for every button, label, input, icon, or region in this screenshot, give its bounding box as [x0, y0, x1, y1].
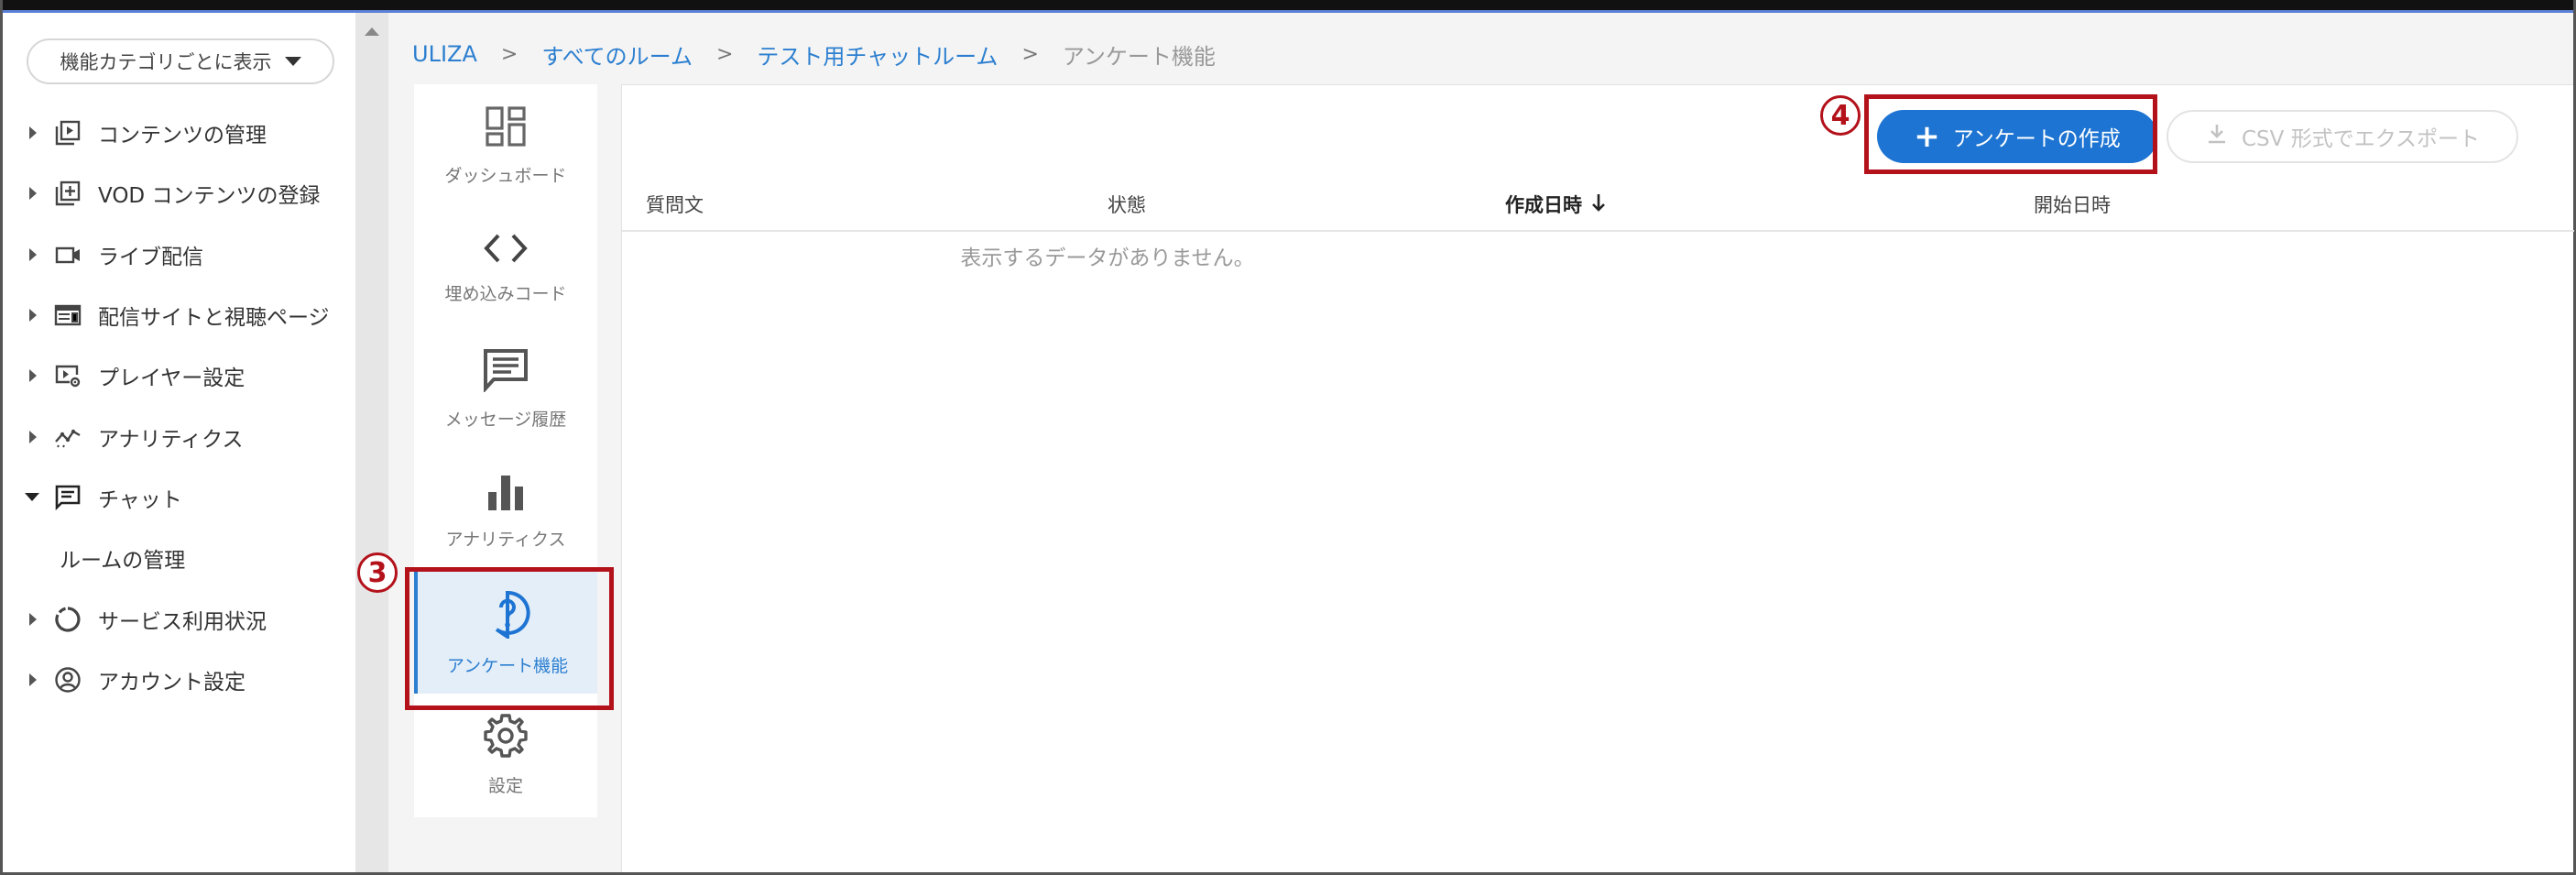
- annotation-number-3: 3: [357, 552, 398, 593]
- breadcrumb-link-uliza[interactable]: ULIZA: [412, 41, 477, 67]
- expand-arrow-icon: [29, 187, 37, 201]
- subnav-item-label: メッセージ履歴: [444, 409, 567, 430]
- breadcrumb-current: アンケート機能: [1062, 43, 1216, 70]
- collapse-arrow-icon: [25, 493, 39, 502]
- survey-panel: + アンケートの作成 CSV 形式でエクスポート 質問文 状態 作成日時 開始日…: [621, 84, 2574, 872]
- download-icon: [2205, 122, 2229, 151]
- export-csv-label: CSV 形式でエクスポート: [2241, 127, 2480, 151]
- column-header-start[interactable]: 開始日時: [2034, 177, 2111, 232]
- code-icon: [482, 230, 529, 271]
- dashboard-icon: [484, 104, 528, 153]
- column-header-created[interactable]: 作成日時: [1505, 177, 1608, 232]
- breadcrumb-link-test-room[interactable]: テスト用チャットルーム: [757, 38, 998, 71]
- videocam-icon: [52, 239, 83, 270]
- subnav-item-dashboard[interactable]: ダッシュボード: [414, 84, 597, 206]
- breadcrumb: ULIZA > すべてのルーム > テスト用チャットルーム > アンケート機能: [412, 38, 1216, 71]
- sort-arrow-down-icon: [1589, 191, 1608, 218]
- message-icon: [483, 348, 529, 397]
- sidebar-item-label: サービス利用状況: [98, 609, 267, 634]
- player-settings-icon: [52, 360, 83, 391]
- sidebar-item-content-management[interactable]: コンテンツの管理: [3, 103, 355, 163]
- annotation-number-4: 4: [1820, 95, 1861, 136]
- sidebar: 機能カテゴリごとに表示 コンテンツの管理 VOD コンテンツの登録 ライブ配信: [3, 13, 355, 872]
- column-header-status[interactable]: 状態: [1108, 177, 1146, 232]
- add-box-icon: [52, 178, 83, 209]
- sidebar-scrollbar[interactable]: [355, 13, 388, 872]
- sidebar-item-label: VOD コンテンツの登録: [98, 184, 321, 209]
- sidebar-item-service-usage[interactable]: サービス利用状況: [3, 588, 355, 649]
- export-csv-button[interactable]: CSV 形式でエクスポート: [2167, 110, 2518, 163]
- expand-arrow-icon: [29, 309, 37, 323]
- subnav-item-message-history[interactable]: メッセージ履歴: [414, 328, 597, 450]
- caret-down-icon: [284, 57, 301, 66]
- main-area: ULIZA > すべてのルーム > テスト用チャットルーム > アンケート機能 …: [388, 13, 2574, 872]
- scroll-up-arrow-icon[interactable]: [365, 27, 379, 36]
- play-library-icon: [52, 117, 83, 148]
- subnav-item-label: 埋め込みコード: [444, 283, 567, 304]
- subnav-item-label: 設定: [487, 775, 523, 796]
- sidebar-item-label: コンテンツの管理: [98, 124, 267, 148]
- gear-icon: [483, 713, 529, 763]
- expand-arrow-icon: [29, 126, 37, 140]
- subnav-item-embed-code[interactable]: 埋め込みコード: [414, 206, 597, 328]
- category-filter-dropdown[interactable]: 機能カテゴリごとに表示: [27, 38, 334, 84]
- column-header-question[interactable]: 質問文: [646, 177, 704, 232]
- sidebar-item-player-settings[interactable]: プレイヤー設定: [3, 345, 355, 406]
- subnav-item-settings[interactable]: 設定: [414, 694, 597, 815]
- sidebar-item-label: ライブ配信: [98, 245, 203, 269]
- subnav-item-label: ダッシュボード: [444, 165, 567, 186]
- web-layout-icon: [52, 300, 83, 331]
- chat-icon: [52, 482, 83, 513]
- sidebar-nav: コンテンツの管理 VOD コンテンツの登録 ライブ配信 配信サイトと視聴ページ: [3, 103, 355, 710]
- sidebar-item-live[interactable]: ライブ配信: [3, 224, 355, 285]
- category-filter-label: 機能カテゴリごとに表示: [60, 51, 272, 73]
- analytics-line-icon: [52, 421, 83, 453]
- sidebar-subitem-room-management[interactable]: ルームの管理: [3, 528, 355, 588]
- breadcrumb-separator: >: [1021, 42, 1039, 66]
- empty-message: 表示するデータがありません。: [960, 246, 1255, 270]
- table-header: 質問文 状態 作成日時 開始日時: [622, 177, 2574, 232]
- sidebar-item-label: 配信サイトと視聴ページ: [98, 306, 330, 331]
- breadcrumb-separator: >: [715, 42, 734, 66]
- account-icon: [52, 664, 83, 695]
- annotation-box-3: [405, 567, 614, 710]
- donut-icon: [52, 604, 83, 635]
- sidebar-item-delivery-site[interactable]: 配信サイトと視聴ページ: [3, 285, 355, 345]
- sidebar-item-chat[interactable]: チャット: [3, 467, 355, 528]
- sidebar-item-label: アカウント設定: [98, 670, 246, 695]
- sidebar-item-analytics[interactable]: アナリティクス: [3, 406, 355, 466]
- expand-arrow-icon: [29, 369, 37, 383]
- sidebar-item-account-settings[interactable]: アカウント設定: [3, 650, 355, 710]
- sidebar-item-vod-register[interactable]: VOD コンテンツの登録: [3, 163, 355, 224]
- bar-chart-icon: [485, 472, 527, 517]
- expand-arrow-icon: [29, 612, 37, 626]
- expand-arrow-icon: [29, 673, 37, 686]
- breadcrumb-separator: >: [500, 42, 518, 66]
- expand-arrow-icon: [29, 247, 37, 261]
- sidebar-item-label: プレイヤー設定: [98, 366, 246, 391]
- sidebar-item-label: ルームの管理: [60, 549, 186, 574]
- expand-arrow-icon: [29, 430, 37, 443]
- sidebar-item-label: チャット: [98, 487, 182, 512]
- subnav-item-analytics[interactable]: アナリティクス: [414, 450, 597, 572]
- subnav-item-label: アナリティクス: [445, 529, 566, 550]
- column-header-label: 作成日時: [1505, 194, 1582, 216]
- annotation-box-4: [1864, 94, 2157, 174]
- sidebar-item-label: アナリティクス: [98, 427, 244, 452]
- breadcrumb-link-all-rooms[interactable]: すべてのルーム: [541, 38, 693, 71]
